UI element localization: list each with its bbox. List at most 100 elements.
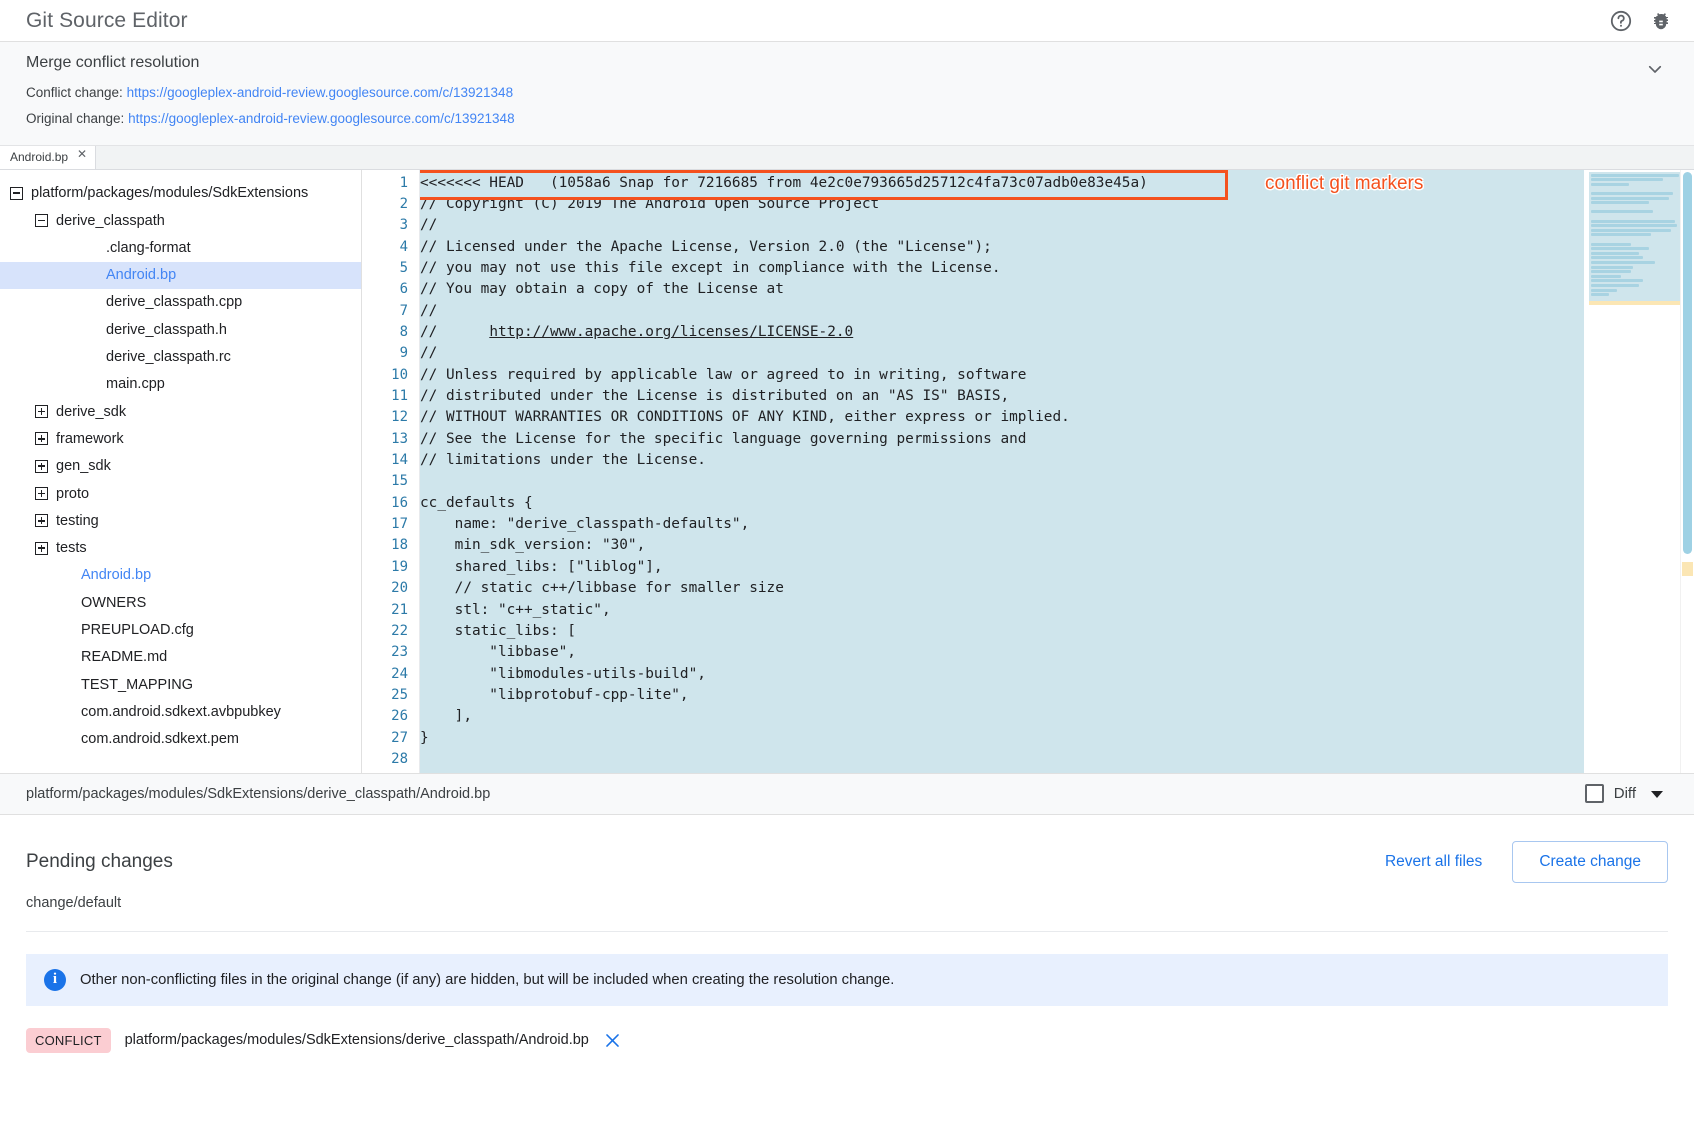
pending-changes-header: Pending changes Revert all files Create … (26, 841, 1668, 883)
line-number-gutter: 1234567891011121314151617181920212223242… (362, 170, 420, 773)
code-line[interactable]: // http://www.apache.org/licenses/LICENS… (420, 322, 1584, 343)
diff-checkbox[interactable] (1585, 784, 1604, 803)
code-line[interactable]: // (420, 215, 1584, 236)
minimap-line (1591, 201, 1649, 204)
tree-item-test-mapping[interactable]: TEST_MAPPING (0, 671, 361, 698)
code-line[interactable]: "libbase", (420, 642, 1584, 663)
vertical-scrollbar[interactable] (1680, 170, 1694, 773)
minimap-line (1591, 183, 1629, 186)
code-line[interactable]: // distributed under the License is dist… (420, 386, 1584, 407)
tree-item-tests[interactable]: tests (0, 534, 361, 561)
tree-item-clang-format[interactable]: .clang-format (0, 234, 361, 261)
minimap-line (1591, 243, 1631, 246)
triangle-down-icon[interactable] (1646, 783, 1668, 805)
code-line[interactable]: stl: "c++_static", (420, 600, 1584, 621)
tree-item-derive-classpath-h[interactable]: derive_classpath.h (0, 316, 361, 343)
revert-all-files-button[interactable]: Revert all files (1371, 843, 1496, 881)
expand-icon[interactable] (35, 487, 48, 500)
code-line[interactable]: // You may obtain a copy of the License … (420, 279, 1584, 300)
collapse-icon[interactable] (35, 214, 48, 227)
code-line[interactable]: cc_defaults { (420, 493, 1584, 514)
code-line[interactable]: shared_libs: ["liblog"], (420, 557, 1584, 578)
minimap-line (1591, 275, 1621, 278)
tab-label: Android.bp (10, 150, 68, 164)
code-line[interactable]: // limitations under the License. (420, 450, 1584, 471)
code-line[interactable] (420, 471, 1584, 492)
code-line[interactable]: // Copyright (C) 2019 The Android Open S… (420, 194, 1584, 215)
original-change-link[interactable]: https://googleplex-android-review.google… (128, 111, 515, 126)
code-content-area[interactable]: conflict git markers <<<<<<< HEAD (1058a… (420, 170, 1584, 773)
expand-icon[interactable] (35, 432, 48, 445)
expand-icon[interactable] (35, 460, 48, 473)
tree-item-testing[interactable]: testing (0, 507, 361, 534)
tree-item-platform-packages-modules-sdkextensions[interactable]: platform/packages/modules/SdkExtensions (0, 180, 361, 207)
conflict-file-row: CONFLICT platform/packages/modules/SdkEx… (26, 1028, 1668, 1053)
minimap-line (1591, 197, 1669, 200)
line-number: 27 (362, 728, 419, 749)
code-line[interactable]: // you may not use this file except in c… (420, 258, 1584, 279)
tree-item-proto[interactable]: proto (0, 480, 361, 507)
tab-android-bp[interactable]: Android.bp ✕ (0, 145, 96, 169)
tree-item-derive-classpath[interactable]: derive_classpath (0, 207, 361, 234)
expand-icon[interactable] (35, 514, 48, 527)
diff-label: Diff (1614, 785, 1636, 802)
tree-item-framework[interactable]: framework (0, 425, 361, 452)
tree-item-gen-sdk[interactable]: gen_sdk (0, 453, 361, 480)
chevron-down-icon[interactable] (1642, 56, 1668, 82)
minimap-line (1591, 279, 1643, 282)
collapse-icon[interactable] (10, 187, 23, 200)
tree-item-label: gen_sdk (56, 458, 111, 474)
code-line[interactable] (420, 749, 1584, 770)
line-number: 26 (362, 706, 419, 727)
tree-item-label: testing (56, 513, 99, 529)
code-line[interactable]: } (420, 728, 1584, 749)
line-number: 13 (362, 429, 419, 450)
tree-item-com-android-sdkext-pem[interactable]: com.android.sdkext.pem (0, 726, 361, 753)
help-circle-icon[interactable] (1606, 6, 1636, 36)
line-number: 21 (362, 600, 419, 621)
tree-item-derive-classpath-cpp[interactable]: derive_classpath.cpp (0, 289, 361, 316)
code-line[interactable]: name: "derive_classpath-defaults", (420, 514, 1584, 535)
tree-item-derive-sdk[interactable]: derive_sdk (0, 398, 361, 425)
create-change-button[interactable]: Create change (1512, 841, 1668, 883)
code-line[interactable]: // static c++/libbase for smaller size (420, 578, 1584, 599)
tree-item-main-cpp[interactable]: main.cpp (0, 371, 361, 398)
tree-item-readme-md[interactable]: README.md (0, 644, 361, 671)
line-number: 3 (362, 215, 419, 236)
line-number: 22 (362, 621, 419, 642)
code-line[interactable]: // (420, 301, 1584, 322)
code-line[interactable]: // Unless required by applicable law or … (420, 365, 1584, 386)
close-icon[interactable] (603, 1031, 622, 1050)
code-line[interactable]: // See the License for the specific lang… (420, 429, 1584, 450)
conflict-change-link[interactable]: https://googleplex-android-review.google… (127, 85, 514, 100)
info-banner-text: Other non-conflicting files in the origi… (80, 972, 894, 988)
code-line[interactable]: "libmodules-utils-build", (420, 664, 1584, 685)
tree-item-com-android-sdkext-avbpubkey[interactable]: com.android.sdkext.avbpubkey (0, 698, 361, 725)
tree-item-android-bp[interactable]: Android.bp (0, 262, 361, 289)
tree-item-preupload-cfg[interactable]: PREUPLOAD.cfg (0, 616, 361, 643)
minimap-line (1591, 233, 1651, 236)
code-line[interactable]: // Licensed under the Apache License, Ve… (420, 237, 1584, 258)
tree-item-owners[interactable]: OWNERS (0, 589, 361, 616)
line-number: 7 (362, 301, 419, 322)
code-line[interactable]: ], (420, 706, 1584, 727)
close-icon[interactable]: ✕ (77, 148, 87, 160)
tree-item-label: framework (56, 431, 124, 447)
tree-item-android-bp[interactable]: Android.bp (0, 562, 361, 589)
code-line[interactable]: // (420, 343, 1584, 364)
expand-icon[interactable] (35, 405, 48, 418)
tree-item-derive-classpath-rc[interactable]: derive_classpath.rc (0, 343, 361, 370)
line-number: 6 (362, 279, 419, 300)
license-url-link[interactable]: http://www.apache.org/licenses/LICENSE-2… (489, 324, 853, 340)
expand-icon[interactable] (35, 542, 48, 555)
minimap-line (1591, 229, 1671, 232)
code-line[interactable]: static_libs: [ (420, 621, 1584, 642)
file-tree[interactable]: platform/packages/modules/SdkExtensionsd… (0, 170, 362, 773)
code-line[interactable]: "libprotobuf-cpp-lite", (420, 685, 1584, 706)
scrollbar-thumb[interactable] (1683, 172, 1692, 554)
code-line[interactable]: // WITHOUT WARRANTIES OR CONDITIONS OF A… (420, 407, 1584, 428)
bug-icon[interactable] (1646, 6, 1676, 36)
code-line[interactable]: min_sdk_version: "30", (420, 535, 1584, 556)
line-number: 18 (362, 535, 419, 556)
code-minimap[interactable] (1584, 170, 1694, 773)
